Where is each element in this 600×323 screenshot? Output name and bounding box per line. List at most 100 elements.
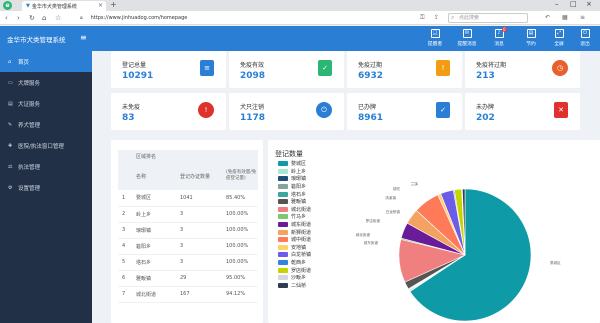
sidebar-item-dog-management[interactable]: ✎ 养犬管理 [0, 114, 92, 135]
stat-card-tag-issued[interactable]: 已办牌 8961 ✓ [347, 93, 462, 130]
column-header-count: 登记办证数量 [176, 162, 222, 190]
pie-callout-label: 城北街道 [356, 232, 371, 237]
search-icon: ⌕ [451, 14, 455, 21]
table-row[interactable]: 5 塔石乡 3 100.00% [118, 254, 258, 271]
sidebar-item-hospital[interactable]: ✚ 医院/执法窗口管理 [0, 135, 92, 156]
sidebar-item-law[interactable]: ⚖ 执法管理 [0, 156, 92, 177]
message-icon: ✉︎ [462, 29, 472, 38]
close-icon[interactable]: × [98, 2, 103, 9]
stat-card-immune-expired[interactable]: 免疫过期 6932 ! [347, 51, 462, 88]
column-header-rate: (免疫有效量/免疫登记量) [222, 162, 258, 190]
hamburger-icon[interactable]: ≡ [80, 33, 87, 42]
stat-card-dog-cancelled[interactable]: 犬只注销 1178 ⏻ [229, 93, 344, 130]
table-row[interactable]: 4 箬阳乡 3 100.00% [118, 238, 258, 255]
table-cell: 5 [118, 254, 132, 271]
key-icon[interactable]: ⚿ [420, 14, 425, 22]
sidebar-item-dog-tag[interactable]: ▭ 犬牌服务 [0, 72, 92, 93]
table-row[interactable]: 7 城北街道 167 94.12% [118, 286, 258, 303]
stat-label: 免疫将过期 [476, 62, 507, 69]
stat-card-registered[interactable]: 登记总量 10291 ≡ [111, 51, 226, 88]
stat-card-not-immune[interactable]: 未免疫 83 ! [111, 93, 226, 130]
sidebar-item-certificate[interactable]: ▤ 犬证服务 [0, 93, 92, 114]
stat-card-immune-expiring[interactable]: 免疫将过期 213 ◷ [465, 51, 580, 88]
undo-icon[interactable]: ↶ [545, 14, 550, 21]
table-cell: 4 [118, 238, 132, 255]
document-icon: ≡ [200, 60, 214, 76]
url-field[interactable]: 🔒︎ https://www.jinhuadog.com/homepage [80, 13, 410, 23]
tab-title: 金华市犬类管理系统 [31, 3, 77, 10]
alert-icon: ! [198, 102, 214, 118]
legend-swatch [278, 282, 288, 288]
address-bar: ‹ › ↻ ⌂ ☆ 🔒︎ https://www.jinhuadog.com/h… [0, 11, 600, 25]
legend-swatch [278, 275, 288, 281]
sidebar-item-settings[interactable]: ⚙ 设置管理 [0, 177, 92, 198]
grid-icon[interactable]: ▦ [562, 14, 568, 21]
table-row[interactable]: 3 琅琊镇 3 100.00% [118, 222, 258, 239]
table-row[interactable]: 6 雅畈镇 29 95.00% [118, 270, 258, 287]
sidebar-item-label: 犬证服务 [18, 101, 41, 108]
sidebar-item-label: 医院/执法窗口管理 [18, 143, 64, 150]
legend-swatch [278, 161, 288, 167]
table-row[interactable]: 2 岭上乡 3 100.00% [118, 206, 258, 223]
stat-label: 免疫有效 [240, 62, 265, 69]
pie-callout-label: 婺城区 [550, 260, 561, 265]
header-item-notice[interactable]: ♪ 0 消息 [484, 27, 514, 47]
stat-value: 10291 [122, 71, 154, 81]
star-icon[interactable]: ☆ [55, 14, 61, 22]
header-item-reminder[interactable]: 👤︎ 提醒者 [420, 29, 450, 47]
settings-icon: ⚙ [8, 184, 13, 191]
table-cell: 95.00% [222, 270, 258, 287]
browser-tab[interactable]: ▼ 金华市犬类管理系统 × [22, 1, 106, 11]
table-cell: 3 [176, 222, 222, 239]
notification-badge: 0 [502, 27, 507, 32]
legend-swatch [278, 206, 288, 212]
minimize-icon[interactable]: – [555, 0, 559, 8]
tab-favicon-icon: ▼ [26, 3, 30, 9]
table-cell: 100.00% [222, 206, 258, 223]
legend-swatch [278, 237, 288, 243]
legend-swatch [278, 260, 288, 266]
stat-card-tag-not-issued[interactable]: 未办牌 202 ✕ [465, 93, 580, 130]
back-icon[interactable]: ‹ [5, 14, 8, 22]
home-icon: ⌂ [8, 58, 12, 65]
home-nav-icon[interactable]: ⌂ [42, 14, 46, 22]
table-cell: 85.40% [222, 190, 258, 207]
sidebar-item-label: 设置管理 [18, 185, 41, 192]
legend-swatch [278, 199, 288, 205]
stat-value: 202 [476, 113, 495, 123]
stat-value: 2098 [240, 71, 266, 81]
menu-icon[interactable]: ≡ [580, 14, 585, 21]
stat-card-immune-valid[interactable]: 免疫有效 2098 ✓ [229, 51, 344, 88]
table-cell: 3 [176, 238, 222, 255]
pie-chart: 婺城区 城北街道城东街道 罗店街道白龙桥镇 兰溪胡宅汤溪镇 [356, 181, 561, 322]
table-row[interactable]: 1 婺城区 1041 85.40% [118, 190, 258, 207]
stat-label: 登记总量 [122, 62, 147, 69]
chart-title: 登记数量 [275, 150, 303, 158]
close-window-icon[interactable]: × [586, 0, 592, 8]
header-item-logout[interactable]: ⏻ 退出 [570, 29, 600, 47]
table-cell: 塔石乡 [132, 254, 176, 271]
legend-swatch [278, 184, 288, 190]
new-tab-icon[interactable]: + [110, 0, 117, 9]
stat-label: 未办牌 [476, 104, 495, 111]
stat-label: 免疫过期 [358, 62, 383, 69]
pie-callout-label: 白龙桥镇 [386, 209, 401, 214]
table-cell: 琅琊镇 [132, 222, 176, 239]
sidebar-item-label: 养犬管理 [18, 122, 41, 129]
table-cell: 3 [176, 254, 222, 271]
header-item-label: 退出 [580, 42, 590, 47]
done-document-icon: ✓ [436, 102, 450, 118]
table-cell: 城北街道 [132, 286, 176, 303]
header-item-save[interactable]: ▤ 节约 [516, 29, 546, 47]
header-item-messages[interactable]: ✉︎ 提醒消息 [452, 29, 482, 47]
browser-search-input[interactable]: ⌕ 点此搜索 [448, 13, 528, 23]
app-header: 金华市犬类管理系统 ≡ 👤︎ 提醒者 ✉︎ 提醒消息 ♪ 0 消息 ▤ 节约 ⤢… [0, 26, 600, 51]
table-cell: 婺城区 [132, 190, 176, 207]
sidebar-item-home[interactable]: ⌂ 首页 [0, 51, 92, 72]
table-cell: 雅畈镇 [132, 270, 176, 287]
refresh-icon[interactable]: ↻ [29, 14, 35, 22]
column-header-index [118, 162, 132, 190]
maximize-icon[interactable]: □ [570, 0, 577, 8]
forward-icon[interactable]: › [17, 14, 20, 22]
share-icon[interactable]: ⇪ [434, 14, 439, 21]
